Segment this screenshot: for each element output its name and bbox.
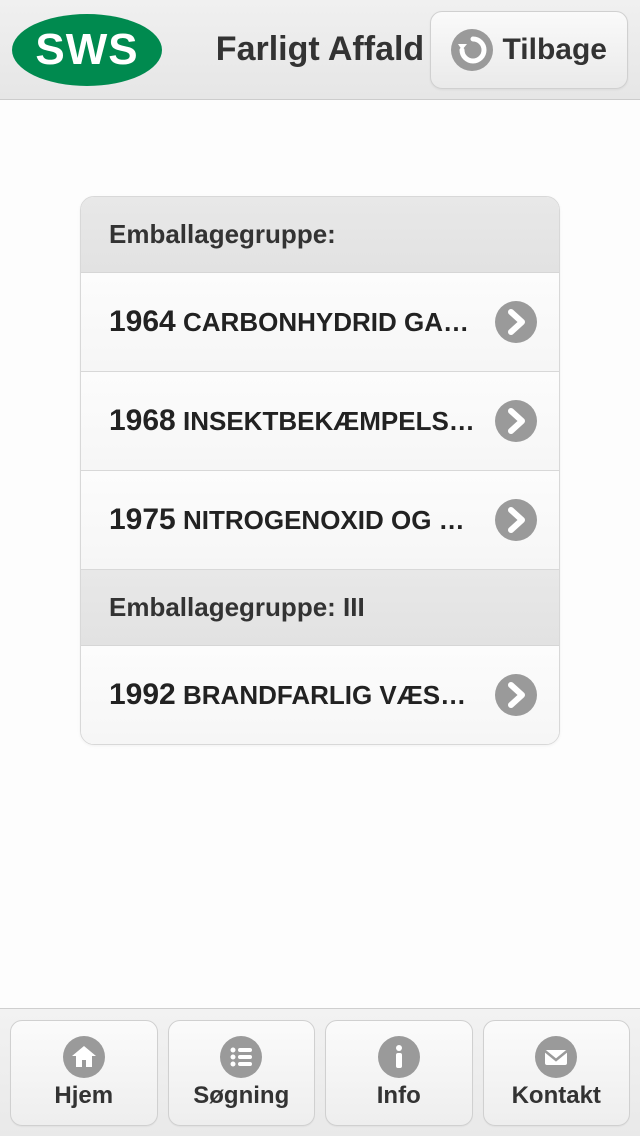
back-label: Tilbage: [503, 33, 607, 67]
group-header: Emballagegruppe: III: [81, 570, 559, 646]
mail-icon: [535, 1036, 577, 1078]
list-item[interactable]: 1992 BRANDFARLIG VÆS…: [81, 646, 559, 744]
item-text: 1992 BRANDFARLIG VÆS…: [109, 678, 495, 712]
nav-label: Info: [377, 1082, 421, 1110]
back-icon: [451, 29, 493, 71]
info-icon: [378, 1036, 420, 1078]
chevron-right-icon: [495, 674, 537, 716]
chevron-right-icon: [495, 400, 537, 442]
list-icon: [220, 1036, 262, 1078]
logo: SWS: [12, 14, 162, 86]
item-text: 1975 NITROGENOXID OG …: [109, 503, 495, 537]
list-item[interactable]: 1968 INSEKTBEKÆMPELS…: [81, 372, 559, 471]
nav-contact[interactable]: Kontakt: [483, 1020, 631, 1126]
logo-text: SWS: [35, 25, 138, 75]
nav-label: Kontakt: [512, 1082, 601, 1110]
page-title: Farligt Affald: [216, 30, 424, 69]
header-bar: SWS Farligt Affald Tilbage: [0, 0, 640, 100]
home-icon: [63, 1036, 105, 1078]
footer-nav: Hjem Søgning Info Kontakt: [0, 1008, 640, 1136]
content-area: Emballagegruppe: 1964 CARBONHYDRID GA… 1…: [0, 100, 640, 745]
list-item[interactable]: 1975 NITROGENOXID OG …: [81, 471, 559, 570]
nav-search[interactable]: Søgning: [168, 1020, 316, 1126]
item-text: 1968 INSEKTBEKÆMPELS…: [109, 404, 495, 438]
chevron-right-icon: [495, 301, 537, 343]
back-button[interactable]: Tilbage: [430, 11, 628, 89]
chevron-right-icon: [495, 499, 537, 541]
nav-info[interactable]: Info: [325, 1020, 473, 1126]
nav-label: Hjem: [54, 1082, 113, 1110]
list-item[interactable]: 1964 CARBONHYDRID GA…: [81, 273, 559, 372]
nav-home[interactable]: Hjem: [10, 1020, 158, 1126]
list-container: Emballagegruppe: 1964 CARBONHYDRID GA… 1…: [80, 196, 560, 745]
nav-label: Søgning: [193, 1082, 289, 1110]
group-header: Emballagegruppe:: [81, 197, 559, 273]
item-text: 1964 CARBONHYDRID GA…: [109, 305, 495, 339]
